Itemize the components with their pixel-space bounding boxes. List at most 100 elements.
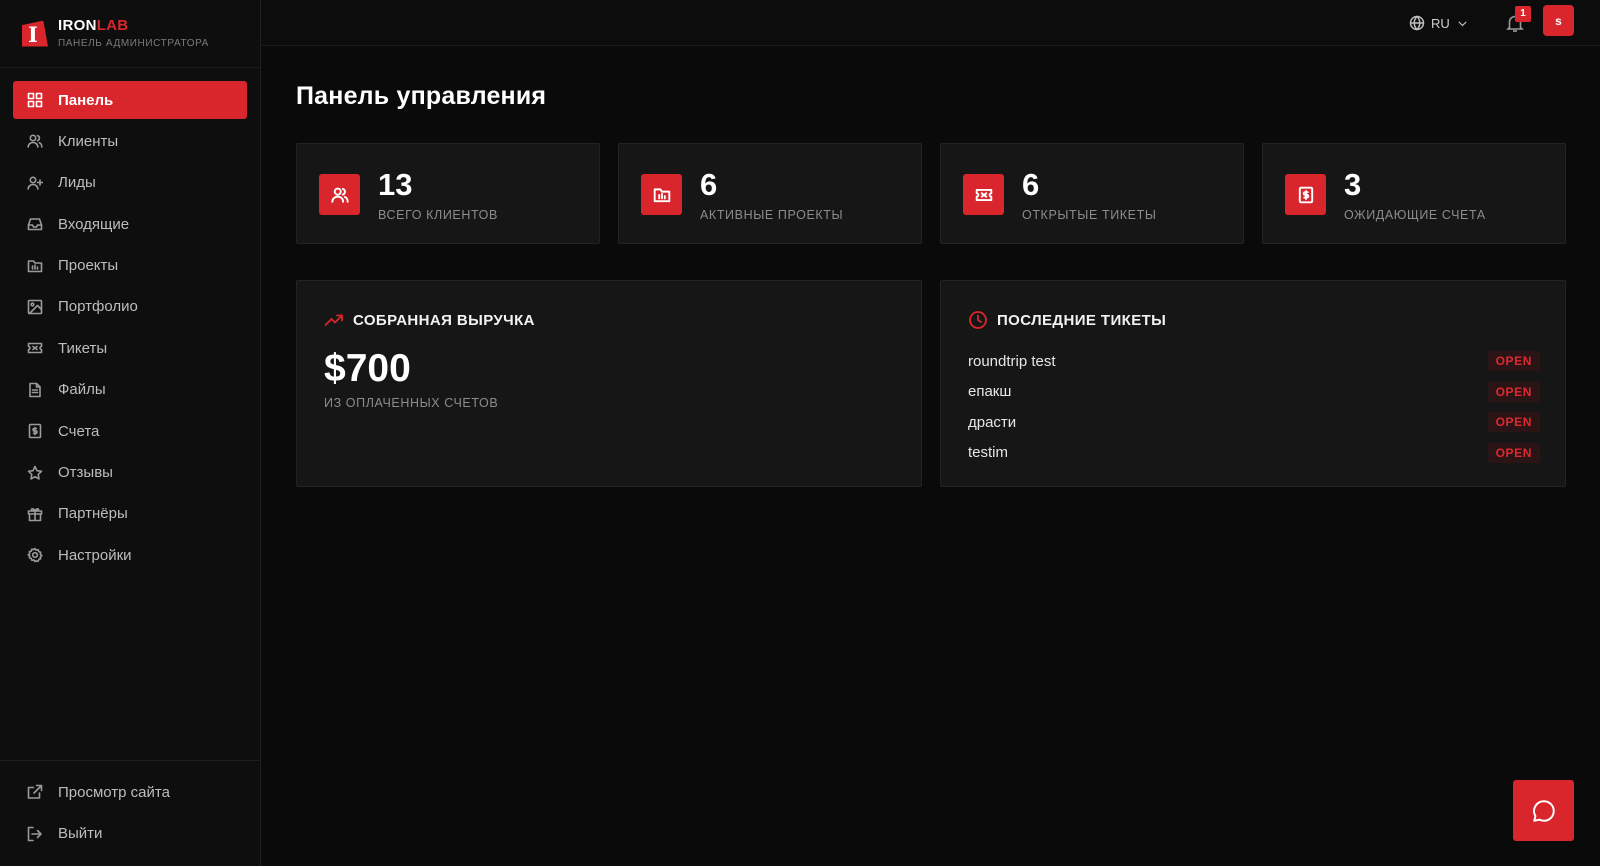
- recent-tickets-title: ПОСЛЕДНИЕ ТИКЕТЫ: [968, 310, 1166, 330]
- stat-label: ОТКРЫТЫЕ ТИКЕТЫ: [1022, 208, 1157, 222]
- invoice-icon: [1298, 186, 1313, 203]
- stat-icon-wrap: [641, 174, 682, 215]
- language-code: RU: [1431, 15, 1450, 31]
- sidebar-item-dashboard[interactable]: Панель: [13, 81, 247, 119]
- page-title: Панель управления: [296, 82, 547, 110]
- status-badge: OPEN: [1487, 442, 1540, 463]
- sidebar-item-invoices[interactable]: Счета: [13, 412, 247, 450]
- recent-tickets-card: ПОСЛЕДНИЕ ТИКЕТЫ roundtrip test OPEN епа…: [940, 280, 1566, 487]
- ticket-name: драсти: [968, 413, 1017, 431]
- gift-icon: [27, 507, 43, 522]
- sidebar-footer: Просмотр сайта Выйти: [0, 760, 260, 866]
- chevron-down-icon: [1458, 20, 1467, 26]
- topbar: [261, 0, 1600, 46]
- sidebar-item-leads[interactable]: Лиды: [13, 164, 247, 202]
- chat-bubble-icon: [1532, 799, 1555, 822]
- ticket-row[interactable]: драсти OPEN: [968, 407, 1540, 438]
- sidebar-item-tickets[interactable]: Тикеты: [13, 329, 247, 367]
- logout-button[interactable]: Выйти: [13, 815, 247, 853]
- sidebar-item-files[interactable]: Файлы: [13, 371, 247, 409]
- status-badge: OPEN: [1487, 412, 1540, 433]
- sidebar-nav: Панель Клиенты Лиды Входящие Проекты Пор…: [0, 68, 260, 574]
- sidebar-item-portfolio[interactable]: Портфолио: [13, 288, 247, 326]
- sidebar-item-label: Файлы: [58, 381, 106, 399]
- image-icon: [27, 299, 43, 315]
- sidebar-item-label: Отзывы: [58, 464, 113, 482]
- stat-label: ОЖИДАЮЩИЕ СЧЕТА: [1344, 208, 1486, 222]
- brand-name: IRONLAB: [58, 17, 129, 34]
- stat-icon-wrap: [963, 174, 1004, 215]
- brand-subtitle: ПАНЕЛЬ АДМИНИСТРАТОРА: [58, 38, 209, 49]
- sidebar-item-label: Партнёры: [58, 505, 128, 523]
- ticket-name: testim: [968, 444, 1009, 462]
- revenue-card: СОБРАННАЯ ВЫРУЧКА $700 ИЗ ОПЛАЧЕННЫХ СЧЕ…: [296, 280, 922, 487]
- grid-icon: [27, 92, 43, 108]
- inbox-icon: [27, 218, 43, 231]
- gear-icon: [27, 547, 43, 563]
- sidebar: I IRONLAB ПАНЕЛЬ АДМИНИСТРАТОРА Панель К…: [0, 0, 261, 866]
- notifications-button[interactable]: 1: [1505, 6, 1531, 34]
- stat-card-projects: 6 АКТИВНЫЕ ПРОЕКТЫ: [618, 143, 922, 244]
- sidebar-item-clients[interactable]: Клиенты: [13, 122, 247, 160]
- stat-value: 13: [378, 167, 413, 202]
- ticket-icon: [27, 343, 43, 354]
- stat-label: АКТИВНЫЕ ПРОЕКТЫ: [700, 208, 844, 222]
- stat-icon-wrap: [1285, 174, 1326, 215]
- ticket-name: roundtrip test: [968, 352, 1056, 370]
- stat-card-clients: 13 ВСЕГО КЛИЕНТОВ: [296, 143, 600, 244]
- folder-icon: [653, 187, 670, 202]
- sidebar-item-reviews[interactable]: Отзывы: [13, 454, 247, 492]
- users-icon: [330, 187, 349, 203]
- stat-card-tickets: 6 ОТКРЫТЫЕ ТИКЕТЫ: [940, 143, 1244, 244]
- trending-up-icon: [324, 314, 343, 326]
- stat-icon-wrap: [319, 174, 360, 215]
- ticket-row[interactable]: епакш OPEN: [968, 377, 1540, 408]
- sidebar-item-inbox[interactable]: Входящие: [13, 205, 247, 243]
- avatar[interactable]: s: [1543, 5, 1574, 36]
- sidebar-item-label: Просмотр сайта: [58, 783, 170, 801]
- sidebar-item-label: Панель: [58, 91, 114, 109]
- clock-icon: [969, 311, 987, 329]
- sidebar-item-label: Лиды: [58, 174, 96, 192]
- ticket-list: roundtrip test OPEN епакш OPEN драсти OP…: [968, 346, 1540, 468]
- external-link-icon: [27, 784, 43, 800]
- view-site-link[interactable]: Просмотр сайта: [13, 773, 247, 811]
- stat-card-invoices: 3 ОЖИДАЮЩИЕ СЧЕТА: [1262, 143, 1566, 244]
- language-selector[interactable]: RU: [1409, 12, 1469, 34]
- sidebar-item-label: Клиенты: [58, 132, 119, 150]
- stat-value: 6: [1022, 167, 1040, 202]
- file-icon: [29, 382, 41, 398]
- stat-label: ВСЕГО КЛИЕНТОВ: [378, 208, 498, 222]
- sidebar-item-label: Портфолио: [58, 298, 138, 316]
- stat-value: 6: [700, 167, 718, 202]
- logout-icon: [27, 826, 42, 841]
- users-icon: [27, 134, 43, 149]
- stat-value: 3: [1344, 167, 1362, 202]
- notification-badge: 1: [1515, 6, 1531, 22]
- status-badge: OPEN: [1487, 351, 1540, 372]
- sidebar-item-label: Настройки: [58, 546, 132, 564]
- folder-icon: [27, 259, 43, 272]
- sidebar-item-label: Счета: [58, 422, 100, 440]
- brand-logo: I: [22, 20, 48, 47]
- user-plus-icon: [27, 176, 43, 190]
- invoice-icon: [28, 423, 42, 439]
- revenue-subtitle: ИЗ ОПЛАЧЕННЫХ СЧЕТОВ: [324, 396, 499, 410]
- sidebar-item-label: Входящие: [58, 215, 130, 233]
- brand[interactable]: I IRONLAB ПАНЕЛЬ АДМИНИСТРАТОРА: [0, 0, 260, 68]
- sidebar-item-settings[interactable]: Настройки: [13, 536, 247, 574]
- revenue-card-title: СОБРАННАЯ ВЫРУЧКА: [324, 310, 535, 330]
- ticket-row[interactable]: roundtrip test OPEN: [968, 346, 1540, 377]
- status-badge: OPEN: [1487, 381, 1540, 402]
- sidebar-item-label: Выйти: [58, 825, 103, 843]
- ticket-row[interactable]: testim OPEN: [968, 438, 1540, 469]
- revenue-value: $700: [324, 347, 411, 390]
- ticket-icon: [975, 188, 992, 201]
- ticket-name: епакш: [968, 383, 1012, 401]
- globe-icon: [1409, 15, 1425, 31]
- sidebar-item-label: Проекты: [58, 257, 119, 275]
- sidebar-item-projects[interactable]: Проекты: [13, 247, 247, 285]
- sidebar-item-partners[interactable]: Партнёры: [13, 495, 247, 533]
- sidebar-item-label: Тикеты: [58, 339, 108, 357]
- chat-button[interactable]: [1513, 780, 1574, 841]
